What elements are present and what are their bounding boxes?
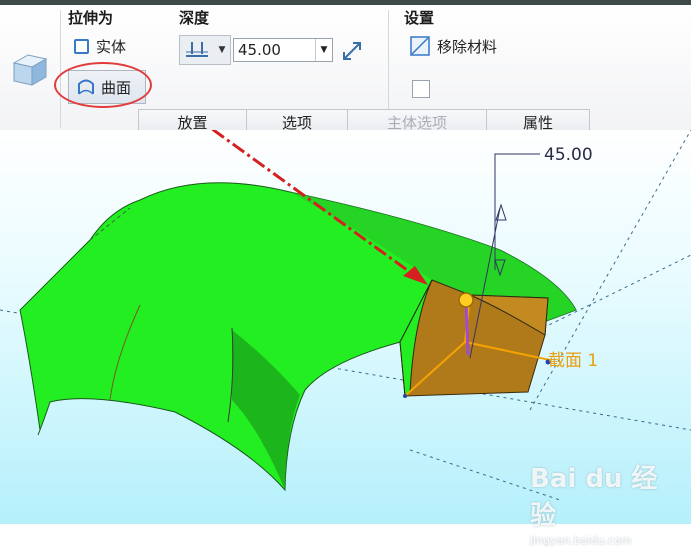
dimension-value-label: 45.00 xyxy=(544,145,593,165)
blind-depth-icon xyxy=(186,42,208,57)
extrude-ribbon: 拉伸为 实体 曲面 深度 ▼ 45.00 ▼ 设置 移除材料 放置 选项 主体选… xyxy=(0,5,691,135)
extrude-cube-icon xyxy=(12,54,48,86)
solid-label: 实体 xyxy=(96,37,127,56)
remove-material-option[interactable]: 移除材料 xyxy=(410,34,497,58)
ribbon-separator xyxy=(60,10,61,128)
chevron-down-icon: ▼ xyxy=(218,45,226,55)
drag-handle-stem xyxy=(464,299,470,356)
annotation-circle xyxy=(54,62,152,108)
solid-option[interactable]: 实体 xyxy=(74,34,126,58)
depth-value: 45.00 xyxy=(238,41,281,59)
section-name-label: 截面 1 xyxy=(548,351,598,371)
settings-label: 设置 xyxy=(404,9,435,27)
flip-direction-icon[interactable] xyxy=(340,39,364,63)
remove-material-icon xyxy=(410,36,430,56)
watermark-url: jingyan.baidu.com xyxy=(530,534,632,547)
settings-checkbox[interactable] xyxy=(412,80,430,98)
remove-material-label: 移除材料 xyxy=(437,37,498,56)
section-vertex xyxy=(403,394,407,398)
baidu-watermark: Bai du 经验 jingyan.baidu.com xyxy=(530,458,680,547)
depth-value-input[interactable]: 45.00 ▼ xyxy=(233,38,333,62)
chevron-down-icon[interactable]: ▼ xyxy=(315,39,332,61)
drag-handle xyxy=(458,292,474,308)
depth-type-button[interactable]: ▼ xyxy=(179,35,231,65)
solid-icon xyxy=(74,38,89,54)
depth-label: 深度 xyxy=(179,9,210,27)
extrude-as-label: 拉伸为 xyxy=(68,9,114,27)
watermark-logo: Bai du 经验 xyxy=(530,464,658,531)
dimension-arrow xyxy=(495,203,507,221)
